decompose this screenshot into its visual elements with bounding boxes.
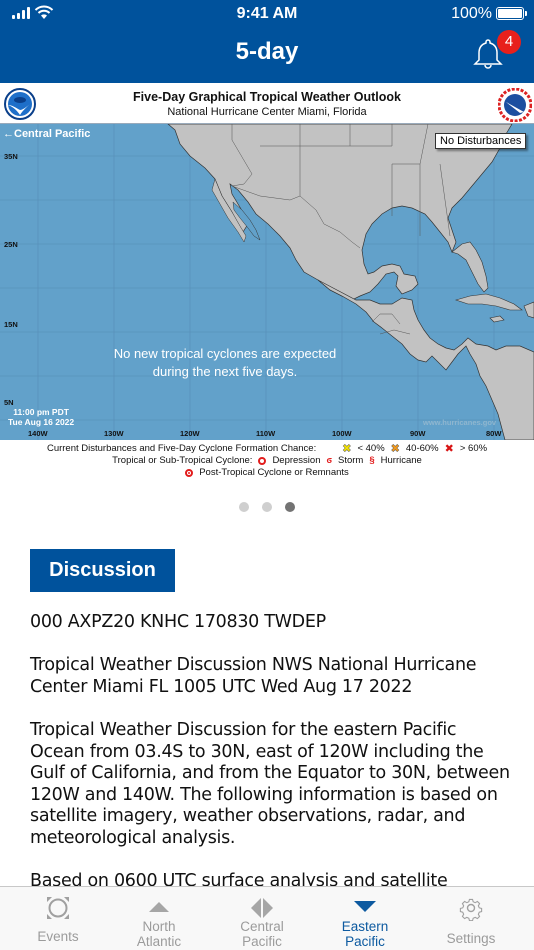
map-land-svg (0, 124, 534, 440)
depression-icon (258, 456, 267, 465)
legend-chance-mid: 40-60% (405, 443, 439, 454)
tab-label: Settings (446, 931, 496, 946)
tab-events[interactable]: Events (8, 887, 108, 950)
page-dot[interactable] (262, 502, 272, 512)
legend-hurricane: Hurricane (380, 455, 422, 466)
graphic-subtitle: National Hurricane Center Miami, Florida (167, 106, 367, 118)
watermark: www.hurricanes.gov (423, 418, 497, 427)
lon-label: 80W (486, 429, 502, 438)
legend-row-formation: Current Disturbances and Five-Day Cyclon… (0, 442, 534, 455)
message-line: during the next five days. (152, 364, 298, 379)
notification-badge: 4 (497, 30, 521, 54)
issue-timestamp: 11:00 pm PDT Tue Aug 16 2022 (8, 407, 74, 427)
app-header: 9:41 AM 100% 5-day 4 (0, 0, 534, 83)
tab-label: North (142, 919, 176, 934)
lat-label: 35N (4, 152, 18, 161)
legend-storm: Storm (338, 455, 364, 466)
x-yellow-icon: ✖ (342, 442, 352, 455)
discussion-text-area[interactable]: 000 AXPZ20 KNHC 170830 TWDEP Tropical We… (0, 600, 534, 886)
discussion-paragraph: Based on 0600 UTC surface analysis and s… (30, 871, 448, 886)
triangle-down-icon (354, 901, 376, 912)
tab-label: Central (240, 919, 284, 934)
graphic-title: Five-Day Graphical Tropical Weather Outl… (133, 90, 401, 104)
lon-label: 120W (180, 429, 200, 438)
lon-label: 140W (28, 429, 48, 438)
outlook-graphic[interactable]: Five-Day Graphical Tropical Weather Outl… (0, 83, 534, 483)
nws-logo-icon (498, 88, 532, 122)
status-bar: 9:41 AM 100% (0, 0, 534, 28)
gear-icon (459, 898, 483, 921)
tab-settings[interactable]: Settings (421, 887, 521, 950)
legend-depression: Depression (272, 455, 321, 466)
legend-formation-label: Current Disturbances and Five-Day Cyclon… (46, 443, 317, 454)
no-disturbances-box: No Disturbances (435, 133, 527, 149)
lon-label: 90W (410, 429, 426, 438)
graphic-header: Five-Day Graphical Tropical Weather Outl… (0, 83, 534, 124)
tab-label: Eastern (341, 919, 389, 934)
message-line: No new tropical cyclones are expected (113, 346, 337, 361)
page-indicator[interactable] (0, 502, 534, 512)
tab-north-atlantic[interactable]: North Atlantic (109, 887, 209, 950)
lon-label: 100W (332, 429, 352, 438)
discussion-paragraph: Tropical Weather Discussion for the east… (30, 720, 510, 848)
tab-central-pacific[interactable]: Central Pacific (212, 887, 312, 950)
lon-label: 130W (104, 429, 124, 438)
events-icon (47, 897, 69, 919)
tab-label: Atlantic (136, 934, 182, 949)
legend-cyclone-label: Tropical or Sub-Tropical Cyclone: (112, 455, 253, 466)
legend-row-post: Post-Tropical Cyclone or Remnants (0, 467, 534, 478)
legend-post-tropical: Post-Tropical Cyclone or Remnants (199, 467, 349, 478)
lat-label: 5N (4, 398, 14, 407)
land-florida (451, 241, 489, 293)
page-dot[interactable] (239, 502, 249, 512)
hurricane-icon: § (369, 455, 375, 466)
lat-label: 25N (4, 240, 18, 249)
land-cuba (454, 293, 523, 311)
triangle-up-icon (149, 902, 169, 912)
x-red-icon: ✖ (444, 442, 454, 455)
discussion-paragraph: Tropical Weather Discussion NWS National… (30, 655, 477, 697)
storm-icon: ϭ (326, 455, 333, 466)
lon-label: 110W (256, 429, 276, 438)
page-title: 5-day (235, 38, 299, 65)
tab-bar: Events North Atlantic Central Pacific Ea… (0, 886, 534, 950)
page-dot-active[interactable] (285, 502, 295, 512)
legend-chance-high: > 60% (459, 443, 488, 454)
discussion-button[interactable]: Discussion (30, 549, 175, 592)
post-tropical-icon (185, 468, 194, 477)
no-cyclones-message: No new tropical cyclones are expected du… (60, 345, 390, 381)
tab-eastern-pacific[interactable]: Eastern Pacific (315, 887, 415, 950)
tab-label: Pacific (242, 934, 282, 949)
battery-percent: 100% (451, 5, 492, 22)
legend-chance-low: < 40% (357, 443, 385, 454)
timestamp-time: 11:00 pm PDT (13, 407, 69, 417)
battery-icon (496, 7, 527, 20)
lat-label: 15N (4, 320, 18, 329)
central-pacific-link[interactable]: ←Central Pacific (3, 128, 90, 140)
timestamp-date: Tue Aug 16 2022 (8, 417, 75, 427)
map-view[interactable]: ←Central Pacific No Disturbances 35N 25N… (0, 124, 534, 440)
legend-row-cyclone: Tropical or Sub-Tropical Cyclone: Depres… (0, 455, 534, 466)
x-orange-icon: ✖ (390, 442, 400, 455)
diamond-split-icon (251, 898, 273, 918)
tab-label: Events (37, 929, 79, 944)
land-north-america (167, 124, 513, 301)
discussion-header-line: 000 AXPZ20 KNHC 170830 TWDEP (30, 612, 326, 632)
tab-label: Pacific (345, 934, 385, 949)
